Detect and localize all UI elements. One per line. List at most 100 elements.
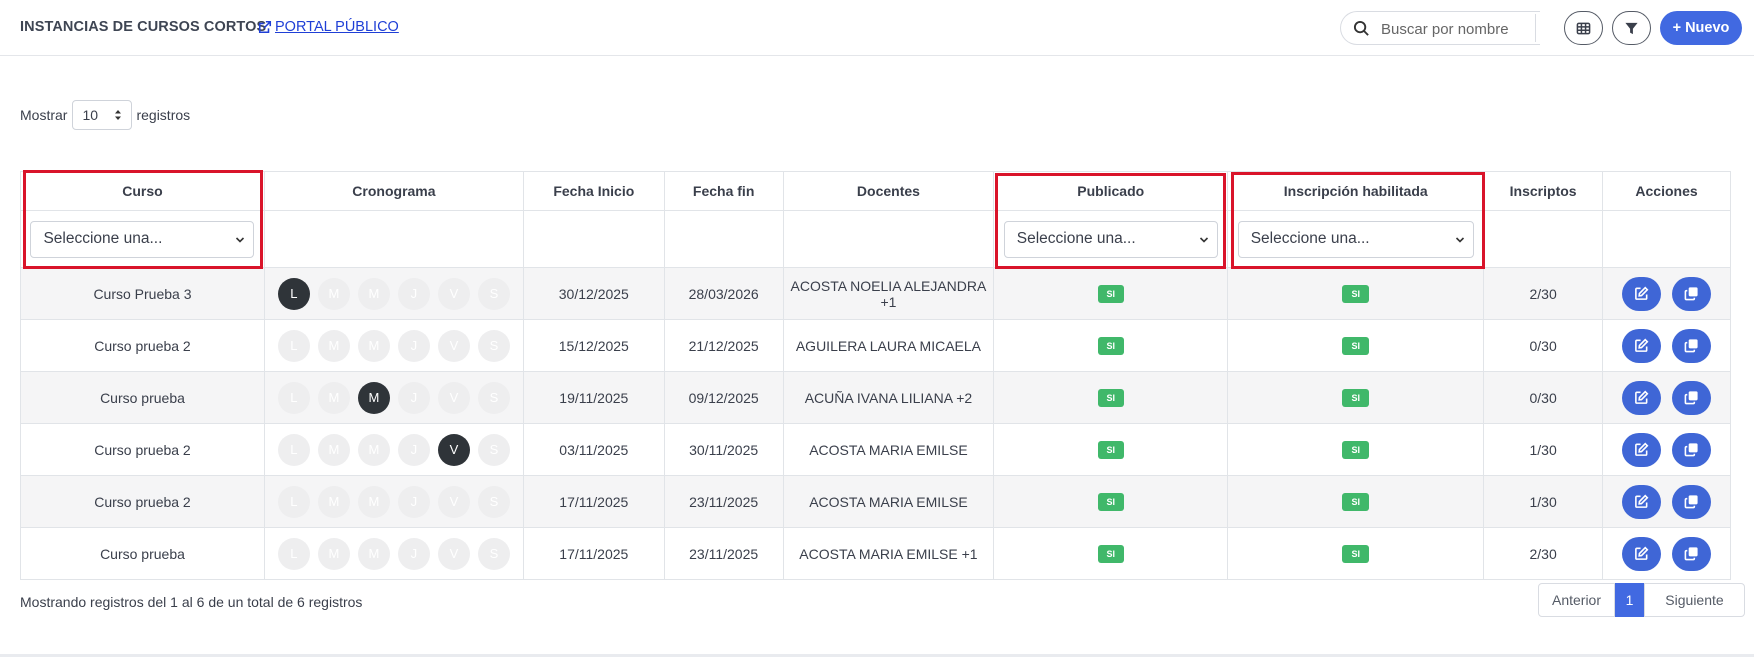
portal-publico-link[interactable]: PORTAL PÚBLICO	[258, 19, 399, 35]
edit-icon	[1635, 390, 1649, 404]
cell-publicado: SI	[993, 527, 1229, 580]
day-chip: J	[397, 277, 430, 310]
edit-button[interactable]	[1622, 536, 1662, 571]
edit-icon	[1635, 286, 1649, 300]
col-fecha-inicio[interactable]: Fecha Inicio	[522, 171, 665, 211]
status-badge: SI	[1097, 285, 1125, 303]
day-chip: L	[277, 329, 310, 362]
col-fecha-fin[interactable]: Fecha fin	[663, 171, 784, 211]
col-inscripcion[interactable]: Inscripción habilitada	[1227, 171, 1485, 211]
col-publicado[interactable]: Publicado	[993, 171, 1229, 211]
table-row: Curso prueba L M M J V S 19/11/2025 09/12/2025 AC…	[20, 371, 1731, 424]
filter-button[interactable]	[1612, 11, 1651, 45]
edit-button[interactable]	[1622, 380, 1662, 415]
cell-inscripcion: SI	[1227, 371, 1485, 424]
copy-button[interactable]	[1672, 484, 1712, 519]
content-area: Mostrar 10 registros Curso Cronograma Fe…	[0, 56, 1754, 655]
copy-button[interactable]	[1672, 276, 1712, 311]
filter-cell-empty	[522, 210, 665, 268]
copy-button[interactable]	[1672, 432, 1712, 467]
copy-icon	[1684, 287, 1698, 301]
cell-inscriptos: 1/30	[1483, 423, 1604, 476]
cell-docentes: ACOSTA MARIA EMILSE +1	[782, 527, 995, 580]
edit-icon	[1635, 546, 1649, 560]
columns-button[interactable]	[1564, 11, 1603, 45]
cell-publicado: SI	[993, 423, 1229, 476]
pagination-previous[interactable]: Anterior	[1538, 583, 1615, 617]
edit-button[interactable]	[1622, 484, 1662, 519]
pagination-page-1[interactable]: 1	[1615, 583, 1644, 617]
col-inscriptos[interactable]: Inscriptos	[1483, 171, 1604, 211]
search-input[interactable]	[1381, 18, 1531, 40]
cell-inscriptos: 0/30	[1483, 371, 1604, 424]
day-chip: V	[437, 537, 470, 570]
publicado-filter-select[interactable]: Seleccione una...	[1003, 220, 1218, 258]
day-chip: S	[477, 277, 510, 310]
publicado-filter-value: Seleccione una...	[1016, 230, 1136, 247]
filter-cell-inscripcion: Seleccione una...	[1227, 210, 1485, 268]
cell-curso: Curso prueba	[20, 371, 265, 424]
col-cronograma[interactable]: Cronograma	[263, 171, 524, 211]
inscripcion-filter-select[interactable]: Seleccione una...	[1237, 220, 1474, 258]
copy-icon	[1684, 443, 1698, 457]
cell-fecha-inicio: 15/12/2025	[522, 319, 665, 372]
day-chip: V	[437, 381, 470, 414]
search-icon	[1353, 20, 1369, 36]
day-chip: V	[437, 433, 470, 466]
schedule-days: LMMJVS	[265, 381, 523, 414]
edit-button[interactable]	[1622, 328, 1662, 363]
col-docentes[interactable]: Docentes	[782, 171, 995, 211]
table-body: Curso Prueba 3 L M M J V S 30/12/2025 28/03/2026…	[20, 267, 1731, 580]
length-suffix: registros	[136, 107, 191, 123]
col-curso[interactable]: Curso	[20, 171, 265, 211]
edit-button[interactable]	[1622, 276, 1662, 311]
cell-fecha-fin: 23/11/2025	[663, 475, 784, 528]
schedule-days: LMMJVS	[265, 537, 523, 570]
header-row: Curso Cronograma Fecha Inicio Fecha fin …	[20, 171, 1731, 211]
table-row: Curso prueba 2 L M M J V S 17/11/2025 23/11/2025…	[20, 475, 1731, 528]
copy-icon	[1684, 495, 1698, 509]
status-badge: SI	[1097, 441, 1125, 459]
cell-docentes: AGUILERA LAURA MICAELA	[782, 319, 995, 372]
curso-filter-select[interactable]: Seleccione una...	[30, 220, 255, 258]
copy-button[interactable]	[1672, 536, 1712, 571]
cell-acciones	[1602, 319, 1731, 372]
copy-button[interactable]	[1672, 328, 1712, 363]
edit-button[interactable]	[1622, 432, 1662, 467]
filter-cell-empty	[663, 210, 784, 268]
page-title: INSTANCIAS DE CURSOS CORTOS	[20, 19, 267, 35]
row-actions	[1603, 380, 1730, 415]
table-row: Curso prueba 2 L M M J V S 03/11/2025 30/11/2025…	[20, 423, 1731, 476]
status-badge: SI	[1097, 545, 1125, 563]
day-chip: M	[357, 537, 390, 570]
schedule-days: LMMJVS	[265, 433, 523, 466]
cell-publicado: SI	[993, 267, 1229, 320]
edit-icon	[1635, 338, 1649, 352]
top-bar: INSTANCIAS DE CURSOS CORTOS PORTAL PÚBLI…	[0, 0, 1754, 56]
cell-publicado: SI	[993, 475, 1229, 528]
pagination-next[interactable]: Siguiente	[1644, 583, 1745, 617]
day-chip: J	[397, 433, 430, 466]
schedule-days: LMMJVS	[265, 329, 523, 362]
copy-button[interactable]	[1672, 380, 1712, 415]
day-chip: J	[397, 485, 430, 518]
cell-acciones	[1602, 423, 1731, 476]
copy-icon	[1684, 391, 1698, 405]
length-select[interactable]: 10	[72, 100, 133, 130]
copy-icon	[1684, 547, 1698, 561]
cell-cronograma: LMMJVS	[263, 527, 524, 580]
cell-inscriptos: 0/30	[1483, 319, 1604, 372]
edit-icon	[1635, 494, 1649, 508]
day-chip: M	[317, 485, 350, 518]
new-button[interactable]: + Nuevo	[1660, 11, 1742, 45]
curso-filter-value: Seleccione una...	[43, 230, 163, 247]
cell-fecha-inicio: 17/11/2025	[522, 475, 665, 528]
length-menu: Mostrar 10 registros	[20, 100, 190, 130]
length-value: 10	[82, 107, 99, 123]
cell-fecha-fin: 09/12/2025	[663, 371, 784, 424]
sort-arrows-icon	[115, 110, 122, 120]
day-chip: J	[397, 329, 430, 362]
pagination: Anterior 1 Siguiente	[1538, 583, 1745, 617]
col-acciones: Acciones	[1602, 171, 1731, 211]
table-info: Mostrando registros del 1 al 6 de un tot…	[20, 594, 363, 610]
